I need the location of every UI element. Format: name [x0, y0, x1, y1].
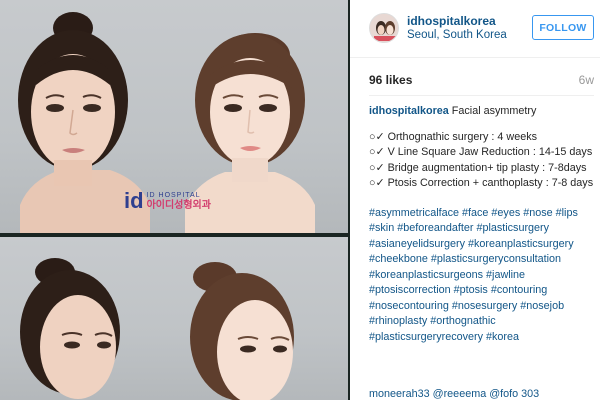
follow-button[interactable]: FOLLOW [532, 15, 594, 40]
before-after-photo-side [0, 237, 348, 400]
caption-line: ○✓ V Line Square Jaw Reduction : 14-15 d… [369, 146, 593, 158]
username-link[interactable]: idhospitalkorea [407, 14, 496, 28]
post-sidebar: idhospitalkorea Seoul, South Korea FOLLO… [350, 0, 600, 400]
divider [369, 95, 594, 96]
caption-line: ○✓ Orthognathic surgery : 4 weeks [369, 130, 537, 143]
caption-line: ○✓ Bridge augmentation+ tip plasty : 7-8… [369, 161, 587, 174]
post-time[interactable]: 6w [579, 73, 594, 87]
watermark-logo: id [124, 188, 144, 213]
face-after-side [190, 262, 294, 400]
location-link[interactable]: Seoul, South Korea [407, 29, 507, 41]
before-after-photo-front: id ID HOSPITAL 아이디성형외과 [0, 0, 348, 233]
face-before-side [20, 258, 120, 399]
post-photo[interactable]: id ID HOSPITAL 아이디성형외과 [0, 0, 350, 400]
post-header: idhospitalkorea Seoul, South Korea FOLLO… [350, 0, 600, 58]
avatar[interactable] [369, 13, 399, 43]
watermark-brand-kr: 아이디성형외과 [146, 200, 211, 211]
caption-hashtags[interactable]: #asymmetricalface #face #eyes #nose #lip… [369, 206, 597, 346]
watermark-brand-en: ID HOSPITAL [146, 192, 201, 199]
caption-line: ○✓ Ptosis Correction + canthoplasty : 7-… [369, 177, 594, 189]
caption-title: Facial asymmetry [451, 105, 537, 117]
comment-text[interactable]: moneerah33 @reeeema @fofo 303 [369, 388, 539, 400]
likes-count[interactable]: 96 likes [369, 73, 412, 87]
post-caption: idhospitalkorea Facial asymmetry ○✓ Orth… [369, 104, 597, 345]
comment-item: moneerah33 @reeeema @fofo 303 [369, 388, 539, 400]
caption-username-link[interactable]: idhospitalkorea [369, 105, 449, 117]
watermark: id ID HOSPITAL 아이디성형외과 [124, 188, 211, 213]
post-stats: 96 likes 6w [369, 73, 594, 89]
